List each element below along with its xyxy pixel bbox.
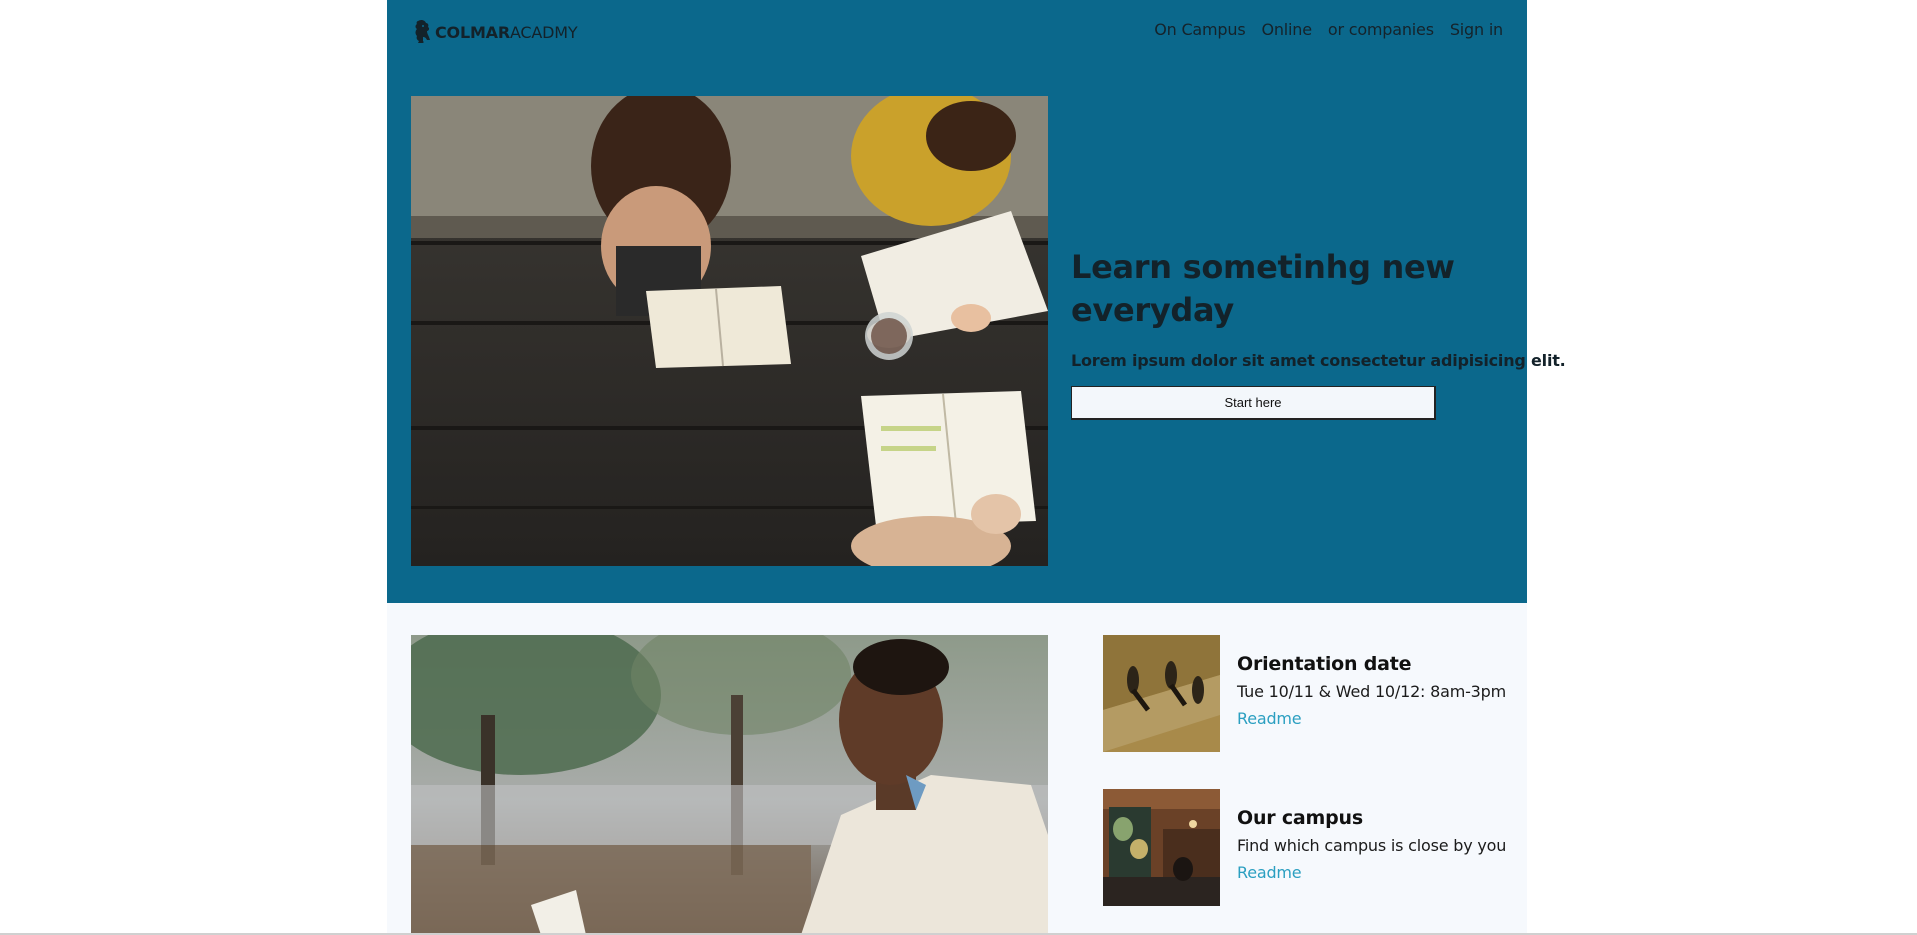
brand-name-bold: COLMAR <box>435 22 510 42</box>
brand-logo[interactable]: COLMAR ACADMY <box>412 18 578 46</box>
nav-sign-in[interactable]: Sign in <box>1450 20 1503 39</box>
card-title: Orientation date <box>1237 653 1412 675</box>
students-studying-photo <box>411 96 1048 566</box>
man-reading-photo <box>411 635 1048 935</box>
readme-link[interactable]: Readme <box>1237 863 1302 882</box>
nav-on-campus[interactable]: On Campus <box>1154 20 1245 39</box>
readme-link[interactable]: Readme <box>1237 709 1302 728</box>
campus-interior-photo <box>1103 789 1220 906</box>
card-body: Our campus Find which campus is close by… <box>1237 807 1506 882</box>
card-title: Our campus <box>1237 807 1363 829</box>
card-description: Tue 10/11 & Wed 10/12: 8am-3pm <box>1237 682 1506 701</box>
info-section: Orientation date Tue 10/11 & Wed 10/12: … <box>387 603 1527 935</box>
people-walking-photo <box>1103 635 1220 752</box>
card-body: Orientation date Tue 10/11 & Wed 10/12: … <box>1237 653 1506 728</box>
lion-icon <box>415 19 430 43</box>
hero-subtitle: Lorem ipsum dolor sit amet consectetur a… <box>1071 351 1566 370</box>
nav-menu: On Campus Online or companies Sign in <box>1138 20 1503 39</box>
hero-text: Learn sometinhg new everyday Lorem ipsum… <box>1071 246 1566 420</box>
card-thumbnail <box>1103 635 1220 752</box>
card-description: Find which campus is close by you <box>1237 836 1507 855</box>
campus-card: Our campus Find which campus is close by… <box>1103 789 1523 907</box>
hero-title: Learn sometinhg new everyday <box>1071 248 1455 329</box>
brand-name-light: ACADMY <box>509 22 578 42</box>
nav-online[interactable]: Online <box>1261 20 1312 39</box>
hero-section: COLMAR ACADMY On Campus Online or compani… <box>387 0 1566 603</box>
start-here-button[interactable]: Start here <box>1071 386 1436 420</box>
orientation-card: Orientation date Tue 10/11 & Wed 10/12: … <box>1103 635 1523 753</box>
feature-image <box>411 635 1048 935</box>
nav-companies[interactable]: or companies <box>1328 20 1434 39</box>
hero-image <box>411 96 1048 566</box>
card-thumbnail <box>1103 789 1220 906</box>
page: COLMAR ACADMY On Campus Online or compani… <box>387 0 1566 935</box>
top-nav: COLMAR ACADMY On Campus Online or compani… <box>387 0 1527 64</box>
